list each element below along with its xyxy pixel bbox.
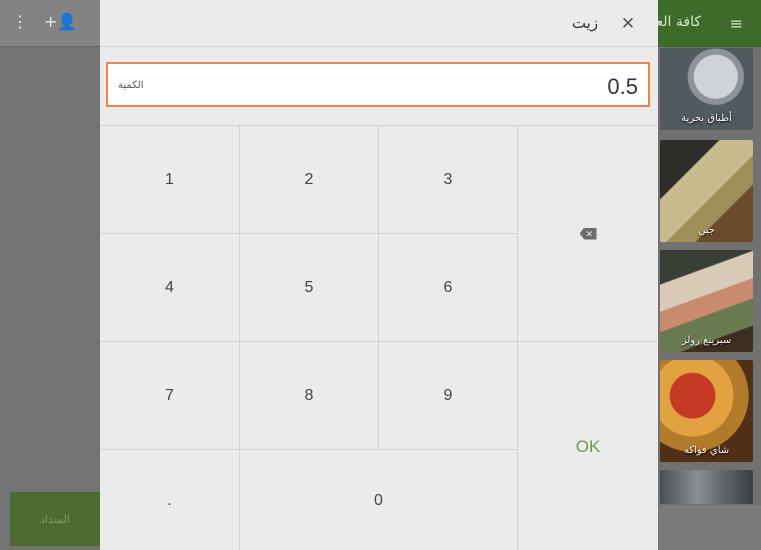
hamburger-menu-icon[interactable]: ≡: [730, 14, 743, 33]
add-person-icon[interactable]: +👤: [44, 12, 77, 32]
key-5[interactable]: 5: [240, 234, 379, 342]
dialog-title: زيت: [571, 14, 598, 32]
quantity-input[interactable]: الكمية 0.5: [106, 62, 650, 107]
background-left-panel: [0, 0, 100, 550]
backspace-icon: [579, 227, 597, 240]
product-tile-bottles[interactable]: [660, 470, 753, 504]
key-1[interactable]: 1: [100, 126, 240, 234]
key-6[interactable]: 6: [379, 234, 518, 342]
background-left-toolbar: ⋮ +👤: [0, 0, 100, 47]
key-2[interactable]: 2: [240, 126, 379, 234]
tile-label: جبن: [698, 225, 715, 236]
product-tile-cheese[interactable]: جبن: [660, 140, 753, 242]
key-8[interactable]: 8: [240, 342, 379, 450]
key-decimal[interactable]: .: [100, 450, 240, 550]
product-tile-spring-rolls[interactable]: سبرينغ رولز: [660, 250, 753, 352]
ok-button[interactable]: OK: [518, 342, 658, 550]
background-right-footer: [658, 505, 761, 550]
close-icon[interactable]: ✕: [616, 12, 640, 36]
numeric-keypad: 1 2 3 4 5 6 7 8 9 OK . 0: [100, 125, 658, 550]
tile-label: شاي فواكه: [683, 445, 730, 456]
dialog-header: زيت ✕: [100, 0, 658, 47]
pay-button[interactable]: السداد: [10, 492, 100, 546]
backspace-button[interactable]: [518, 126, 658, 342]
tile-label: سبرينغ رولز: [681, 335, 732, 346]
key-3[interactable]: 3: [379, 126, 518, 234]
quantity-dialog: زيت ✕ الكمية 0.5 1 2 3 4 5 6 7 8 9 OK . …: [100, 0, 658, 550]
quantity-value: 0.5: [607, 74, 638, 99]
overflow-menu-icon[interactable]: ⋮: [12, 12, 28, 32]
tile-label: أطباق بحرية: [681, 113, 732, 124]
key-0[interactable]: 0: [240, 450, 518, 550]
key-9[interactable]: 9: [379, 342, 518, 450]
app-bar: كافة العناصر ≡: [628, 0, 761, 47]
quantity-label: الكمية: [118, 80, 144, 91]
product-tile-seafood[interactable]: أطباق بحرية: [660, 48, 753, 130]
product-tile-fruit-tea[interactable]: شاي فواكه: [660, 360, 753, 462]
key-7[interactable]: 7: [100, 342, 240, 450]
key-4[interactable]: 4: [100, 234, 240, 342]
